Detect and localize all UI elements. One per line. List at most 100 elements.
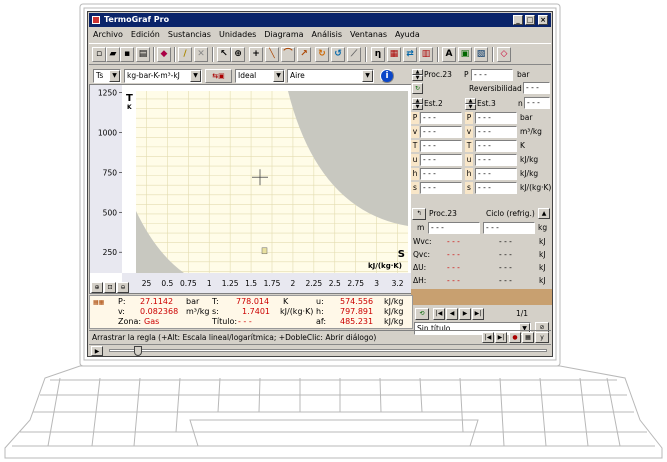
- menu-ayuda[interactable]: Ayuda: [391, 28, 424, 41]
- status-record-icon[interactable]: ●: [509, 332, 521, 343]
- lock-icon[interactable]: ▲: [538, 208, 550, 219]
- table-icon[interactable]: ▦: [387, 47, 401, 62]
- point-tool-icon[interactable]: ↗: [297, 47, 311, 62]
- reversibility-field[interactable]: - - -: [523, 82, 550, 94]
- mass-field-b[interactable]: - - -: [483, 222, 535, 234]
- crosshair-icon[interactable]: +: [249, 47, 263, 62]
- proc-pressure-field[interactable]: - - -: [471, 69, 513, 81]
- polyline-tool-icon[interactable]: ⌒: [281, 47, 295, 62]
- open-folder-icon[interactable]: ▰: [106, 47, 120, 62]
- prop-toggle-icons[interactable]: ▦▦: [93, 298, 104, 308]
- substance-select[interactable]: Aire ▼: [287, 69, 374, 83]
- save-icon[interactable]: ▪: [120, 47, 134, 62]
- menu-archivo[interactable]: Archivo: [89, 28, 127, 41]
- status-next-icon[interactable]: ▶|: [495, 332, 507, 343]
- menu-edicion[interactable]: Edición: [127, 28, 164, 41]
- minimize-icon[interactable]: _: [513, 15, 523, 25]
- line-tool-icon[interactable]: ╲: [265, 47, 279, 62]
- menu-analisis[interactable]: Análisis: [308, 28, 346, 41]
- prop-field-b[interactable]: - - -: [475, 154, 517, 166]
- maximize-icon[interactable]: □: [525, 15, 535, 25]
- prop-field-a[interactable]: - - -: [420, 126, 462, 138]
- compare-icon[interactable]: ⇄: [403, 47, 417, 62]
- prev-page-icon[interactable]: ◀: [446, 308, 458, 320]
- state-u-unit: kJ/kg: [384, 297, 404, 306]
- last-page-icon[interactable]: ▶|: [472, 308, 484, 320]
- prop-field-a[interactable]: - - -: [420, 154, 462, 166]
- units-convert-button[interactable]: ⇆▣: [205, 69, 232, 83]
- chart-canvas[interactable]: 250 500 750 1000 1250 TK 25 0.5 0.75 1 1.25 1.5 1.75…: [90, 85, 413, 293]
- prop-sym-b: h: [465, 168, 473, 180]
- ts-diagram[interactable]: 250 500 750 1000 1250 T K 25 0.5 0.75 1 1.25 1.5 1.75…: [89, 84, 414, 294]
- process-tool-icon[interactable]: ↻: [315, 47, 329, 62]
- n-field[interactable]: - - -: [524, 97, 550, 109]
- new-file-icon[interactable]: ▫: [92, 47, 106, 62]
- timeline-thumb[interactable]: [134, 346, 142, 356]
- play-icon[interactable]: ▶: [91, 346, 103, 356]
- delete-icon[interactable]: ✕: [194, 47, 208, 62]
- prop-field-b[interactable]: - - -: [475, 112, 517, 124]
- zoom-fit-icon[interactable]: ⊡: [104, 282, 116, 293]
- refresh-icon[interactable]: ⟲: [415, 308, 429, 320]
- scroll-down-icon[interactable]: ▼: [412, 75, 423, 81]
- pencil-icon[interactable]: /: [178, 47, 192, 62]
- menu-ventanas[interactable]: Ventanas: [346, 28, 391, 41]
- zoom-in-icon[interactable]: ⊕: [91, 282, 103, 293]
- cycle-tool-icon[interactable]: ↺: [331, 47, 345, 62]
- y-tick-label: 500: [103, 208, 118, 217]
- state-marker[interactable]: [261, 247, 268, 255]
- prop-sym-a: v: [411, 126, 419, 138]
- prop-field-b[interactable]: - - -: [475, 168, 517, 180]
- reversibility-icon[interactable]: ↻: [412, 83, 423, 94]
- windows-icon[interactable]: ▧: [474, 47, 488, 62]
- efficiency-icon[interactable]: η: [371, 47, 385, 62]
- status-prev-icon[interactable]: |◀: [482, 332, 494, 343]
- status-grid-icon[interactable]: ▦: [522, 332, 534, 343]
- x-axis-unit: kJ/(kg·K): [368, 262, 402, 270]
- timeline-scrollbar[interactable]: ▶: [89, 344, 551, 356]
- text-tool-icon[interactable]: A: [442, 47, 456, 62]
- model-select[interactable]: Ideal ▼: [235, 69, 285, 83]
- next-page-icon[interactable]: ▶: [459, 308, 471, 320]
- first-page-icon[interactable]: |◀: [433, 308, 445, 320]
- close-icon[interactable]: ×: [538, 15, 548, 25]
- brush-tool-icon[interactable]: ⟋: [347, 47, 361, 62]
- diagram-type-select[interactable]: Ts ▼: [93, 69, 121, 83]
- x-tick-label: 2.5: [329, 279, 341, 288]
- prop-field-b[interactable]: - - -: [475, 140, 517, 152]
- cycle-back-icon[interactable]: ↰: [412, 208, 426, 220]
- mass-field-a[interactable]: - - -: [428, 222, 480, 234]
- prop-field-a[interactable]: - - -: [420, 168, 462, 180]
- chart-tool-icon[interactable]: ▥: [419, 47, 433, 62]
- units-select[interactable]: kg-bar-K-m³-kJ ▼: [124, 69, 202, 83]
- print-icon[interactable]: ▤: [136, 47, 150, 62]
- state-b-down-icon[interactable]: ▼: [465, 104, 476, 110]
- af-sym: af:: [316, 317, 327, 326]
- eraser-icon[interactable]: ◆: [157, 47, 171, 62]
- energy-value-a: - - -: [447, 276, 460, 285]
- menu-sustancias[interactable]: Sustancias: [164, 28, 215, 41]
- y-ruler[interactable]: [90, 85, 122, 273]
- zone-value: Gas: [144, 317, 160, 326]
- info-icon[interactable]: i: [380, 69, 394, 83]
- prop-field-b[interactable]: - - -: [475, 182, 517, 194]
- menu-diagrama[interactable]: Diagrama: [260, 28, 307, 41]
- x-tick-label: 1.75: [264, 279, 281, 288]
- timeline-track[interactable]: [109, 349, 547, 352]
- x-axis-label: S: [398, 249, 405, 260]
- pointer-icon[interactable]: ↖: [217, 47, 231, 62]
- window-title: TermoGraf Pro: [104, 15, 170, 24]
- prop-field-a[interactable]: - - -: [420, 112, 462, 124]
- zoom-icon[interactable]: ⊕: [231, 47, 245, 62]
- prop-field-a[interactable]: - - -: [420, 140, 462, 152]
- state-a-down-icon[interactable]: ▼: [412, 104, 423, 110]
- zoom-out-icon[interactable]: ⊖: [117, 282, 129, 293]
- clear-icon[interactable]: ◇: [497, 47, 511, 62]
- prop-field-b[interactable]: - - -: [475, 126, 517, 138]
- status-y-icon[interactable]: y: [535, 332, 549, 343]
- calculator-icon[interactable]: ▣: [458, 47, 472, 62]
- prop-field-a[interactable]: - - -: [420, 182, 462, 194]
- x-tick-label: 25: [142, 279, 152, 288]
- prop-sym-a: s: [411, 182, 419, 194]
- menu-unidades[interactable]: Unidades: [215, 28, 260, 41]
